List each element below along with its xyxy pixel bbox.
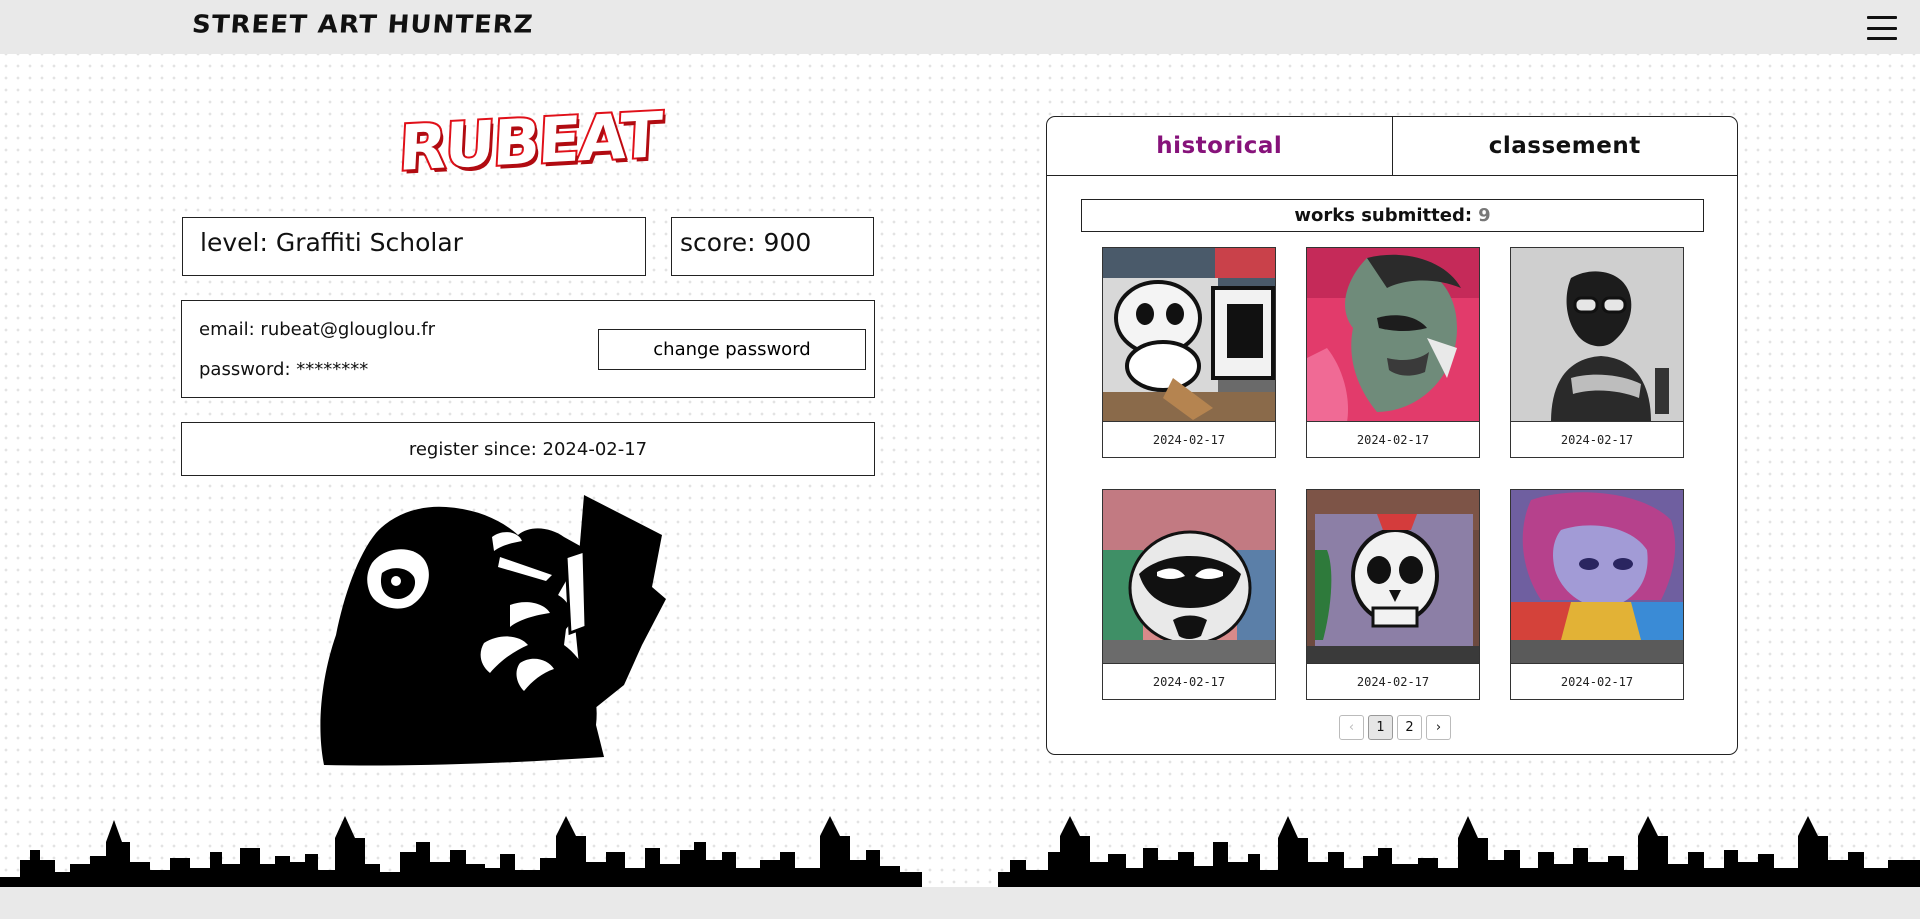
site-brand[interactable]: STREET ART HUNTERZ: [191, 11, 535, 40]
score-box: score: 900: [671, 217, 874, 276]
works-submitted-banner: works submitted: 9: [1081, 199, 1704, 232]
work-card[interactable]: 2024-02-17: [1102, 489, 1276, 700]
username-text: RUBEAT: [396, 96, 665, 187]
work-date: 2024-02-17: [1356, 432, 1430, 447]
panel-tabs: historical classement: [1047, 117, 1737, 176]
password-text: password: ********: [199, 359, 369, 380]
level-box: level: Graffiti Scholar: [182, 217, 646, 276]
work-thumbnail: [1307, 248, 1479, 422]
pagination-prev-button[interactable]: ‹: [1339, 715, 1364, 740]
work-date: 2024-02-17: [1560, 432, 1634, 447]
work-thumbnail: [1307, 490, 1479, 664]
pagination-page-1[interactable]: 1: [1368, 715, 1393, 740]
work-date: 2024-02-17: [1152, 674, 1226, 689]
city-skyline-right: [998, 816, 1920, 887]
activity-panel: historical classement works submitted: 9: [1046, 116, 1738, 755]
score-text: score: 900: [680, 228, 812, 257]
work-card[interactable]: 2024-02-17: [1510, 489, 1684, 700]
thinking-monkey-illustration: [320, 495, 666, 766]
pagination-page-2[interactable]: 2: [1397, 715, 1422, 740]
work-date: 2024-02-17: [1152, 432, 1226, 447]
works-submitted-count: 9: [1478, 205, 1491, 226]
username-logo: RUBEAT: [396, 96, 665, 187]
work-thumbnail: [1511, 490, 1683, 664]
work-thumbnail: [1103, 490, 1275, 664]
change-password-button[interactable]: change password: [598, 329, 866, 370]
work-date: 2024-02-17: [1560, 674, 1634, 689]
work-card[interactable]: 2024-02-17: [1510, 247, 1684, 458]
work-card[interactable]: 2024-02-17: [1306, 489, 1480, 700]
account-info-box: email: rubeat@glouglou.fr password: ****…: [181, 300, 875, 398]
tab-historical[interactable]: historical: [1047, 117, 1392, 175]
work-date: 2024-02-17: [1356, 674, 1430, 689]
level-text: level: Graffiti Scholar: [200, 228, 463, 257]
works-submitted-label: works submitted:: [1294, 205, 1473, 226]
register-since-box: register since: 2024-02-17: [181, 422, 875, 476]
register-since-text: register since: 2024-02-17: [408, 438, 648, 460]
pagination-next-button[interactable]: ›: [1426, 715, 1451, 740]
work-card[interactable]: 2024-02-17: [1306, 247, 1480, 458]
work-card[interactable]: 2024-02-17: [1102, 247, 1276, 458]
tab-classement[interactable]: classement: [1391, 117, 1738, 175]
pagination: ‹ 1 2 ›: [1339, 715, 1451, 740]
work-thumbnail: [1511, 248, 1683, 422]
work-thumbnail: [1103, 248, 1275, 422]
top-bar: STREET ART HUNTERZ: [0, 0, 1920, 54]
city-skyline-left: [0, 816, 922, 887]
hamburger-menu-icon[interactable]: [1867, 16, 1897, 40]
email-text: email: rubeat@glouglou.fr: [199, 319, 435, 340]
footer-bar: [0, 887, 1920, 919]
